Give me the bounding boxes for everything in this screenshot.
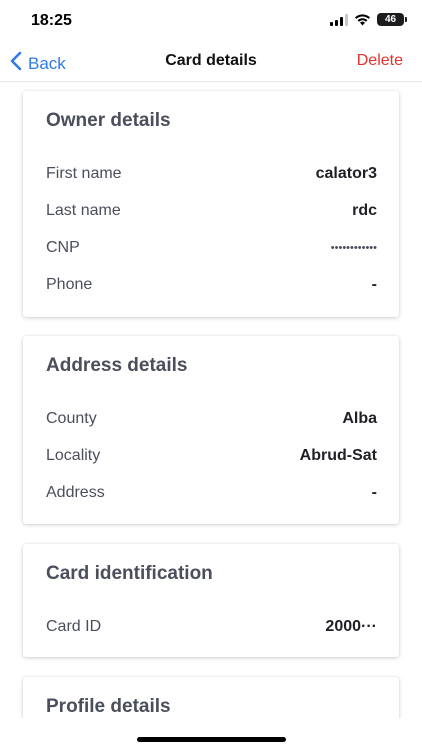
card-id-row: Card ID 2000··· xyxy=(46,608,377,645)
profile-details-card: Profile details xyxy=(23,677,399,718)
address-details-title: Address details xyxy=(46,355,188,376)
locality-label: Locality xyxy=(46,446,101,464)
cnp-label: CNP xyxy=(46,238,80,256)
address-label: Address xyxy=(46,483,105,501)
card-identification-card: Card identification Card ID 2000··· xyxy=(23,544,399,657)
owner-details-title: Owner details xyxy=(46,110,171,131)
address-county-row: County Alba xyxy=(46,400,377,437)
card-id-value: 2000··· xyxy=(325,617,377,635)
battery-level: 46 xyxy=(384,13,397,25)
cellular-signal-icon xyxy=(330,13,348,26)
address-value: - xyxy=(371,483,377,501)
owner-last-name-row: Last name rdc xyxy=(46,192,377,229)
status-time: 18:25 xyxy=(31,12,72,29)
card-identification-title: Card identification xyxy=(46,563,213,584)
card-details-scroll[interactable]: Owner details First name calator3 Last n… xyxy=(0,83,422,718)
first-name-value: calator3 xyxy=(315,164,377,182)
wifi-icon xyxy=(354,13,371,26)
card-id-label: Card ID xyxy=(46,617,102,635)
owner-phone-row: Phone - xyxy=(46,266,377,303)
owner-details-card: Owner details First name calator3 Last n… xyxy=(23,91,399,317)
battery-icon: 46 xyxy=(377,13,407,26)
owner-cnp-row: CNP •••••••••••• xyxy=(46,229,377,266)
locality-value: Abrud-Sat xyxy=(299,446,377,464)
status-icons: 46 xyxy=(330,13,407,26)
phone-label: Phone xyxy=(46,275,93,293)
owner-first-name-row: First name calator3 xyxy=(46,155,377,192)
home-indicator[interactable] xyxy=(137,737,286,742)
last-name-label: Last name xyxy=(46,201,121,219)
county-label: County xyxy=(46,409,97,427)
status-bar: 18:25 46 xyxy=(0,0,422,42)
address-locality-row: Locality Abrud-Sat xyxy=(46,437,377,474)
last-name-value: rdc xyxy=(352,201,377,219)
county-value: Alba xyxy=(342,409,377,427)
first-name-label: First name xyxy=(46,164,122,182)
phone-value: - xyxy=(371,275,377,293)
cnp-masked-value: •••••••••••• xyxy=(330,241,377,254)
screen: 18:25 46 Back Card details Delete Owner … xyxy=(0,0,422,750)
navigation-bar: Back Card details Delete xyxy=(0,42,422,82)
profile-details-title: Profile details xyxy=(46,696,171,717)
address-address-row: Address - xyxy=(46,474,377,511)
delete-button[interactable]: Delete xyxy=(357,52,403,70)
address-details-card: Address details County Alba Locality Abr… xyxy=(23,336,399,524)
